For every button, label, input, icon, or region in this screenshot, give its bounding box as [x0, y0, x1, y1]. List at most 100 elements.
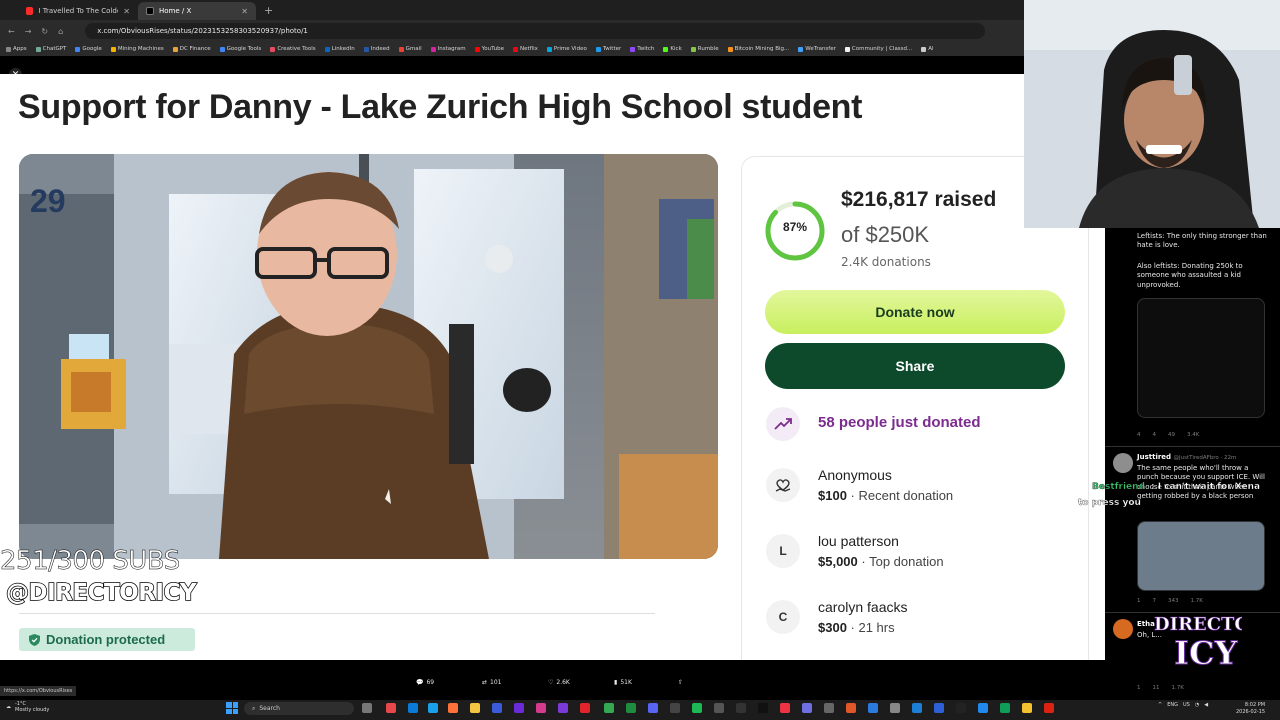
- like-button[interactable]: ♡ 2.6K: [548, 679, 570, 686]
- bookmark-item[interactable]: Al: [921, 46, 934, 52]
- bookmark-item[interactable]: LinkedIn: [324, 46, 355, 52]
- bookmark-item[interactable]: Kick: [663, 46, 682, 52]
- app-icon[interactable]: [846, 703, 856, 713]
- bookmark-item[interactable]: Google: [75, 46, 102, 52]
- app-icon[interactable]: [626, 703, 636, 713]
- app-icon[interactable]: [780, 703, 790, 713]
- app-icon[interactable]: [670, 703, 680, 713]
- bookmark-item[interactable]: Instagram: [430, 46, 466, 52]
- tweet-stats: 1 7 343 1.7K: [1137, 598, 1203, 604]
- forward-icon[interactable]: →: [25, 27, 32, 36]
- app-icon[interactable]: [912, 703, 922, 713]
- app-icon[interactable]: [514, 703, 524, 713]
- bookmark-item[interactable]: Prime Video: [546, 46, 587, 52]
- app-icon[interactable]: [492, 703, 502, 713]
- bookmark-label: Twitch: [637, 46, 655, 52]
- edge-icon[interactable]: [428, 703, 438, 713]
- content-divider: [19, 613, 655, 614]
- bookmark-label: Community | Classd...: [851, 46, 913, 52]
- bookmark-item[interactable]: Creative Tools: [270, 46, 316, 52]
- bookmark-item[interactable]: Indeed: [363, 46, 390, 52]
- like-count: 2.6K: [556, 679, 570, 686]
- weather-widget[interactable]: ☁ -1°C Mostly cloudy: [6, 701, 49, 713]
- bookmark-item[interactable]: Twitter: [595, 46, 621, 52]
- app-icon[interactable]: [736, 703, 746, 713]
- app-icon[interactable]: [386, 703, 396, 713]
- app-icon[interactable]: [648, 703, 658, 713]
- share-tweet-button[interactable]: ⇧: [678, 679, 683, 686]
- speaker-icon[interactable]: ◀: [1204, 702, 1208, 708]
- clock[interactable]: 8:02 PM 2026-02-15: [1236, 702, 1265, 715]
- bookmark-item[interactable]: WeTransfer: [798, 46, 836, 52]
- heart-icon: ♡: [548, 679, 554, 686]
- tab-youtube[interactable]: I Travelled To The Coldest City ✕: [18, 2, 138, 20]
- share-button[interactable]: Share: [765, 343, 1065, 389]
- bookmark-label: Google: [82, 46, 102, 52]
- bookmark-item[interactable]: Rumble: [690, 46, 719, 52]
- raised-amount: $216,817 raised: [841, 188, 996, 212]
- bookmark-label: Mining Machines: [117, 46, 164, 52]
- bookmark-item[interactable]: Twitch: [630, 46, 654, 52]
- streamer-handle: @DIRECTORICY: [5, 579, 197, 607]
- back-icon[interactable]: ←: [8, 27, 15, 36]
- repost-button[interactable]: ⇄ 101: [482, 679, 501, 686]
- bookmark-item[interactable]: Google Tools: [219, 46, 261, 52]
- app-icon[interactable]: [408, 703, 418, 713]
- reply-button[interactable]: 💬 69: [416, 679, 434, 686]
- task-view-icon[interactable]: [362, 703, 372, 713]
- app-icon[interactable]: [758, 703, 768, 713]
- reload-icon[interactable]: ↻: [41, 27, 48, 36]
- bookmark-item[interactable]: Apps: [6, 46, 27, 52]
- app-icon[interactable]: [1044, 703, 1054, 713]
- webcam-feed: [1024, 0, 1280, 228]
- app-icon[interactable]: [1000, 703, 1010, 713]
- tweet-separator: [1105, 446, 1280, 447]
- home-icon[interactable]: ⌂: [58, 27, 63, 36]
- bookmark-item[interactable]: Community | Classd...: [844, 46, 913, 52]
- wifi-icon[interactable]: ◔: [1195, 702, 1199, 708]
- firefox-icon[interactable]: [448, 703, 458, 713]
- bookmark-item[interactable]: YouTube: [474, 46, 504, 52]
- chrome-icon[interactable]: [604, 703, 614, 713]
- views-button[interactable]: ▮ 51K: [614, 679, 632, 686]
- bookmark-label: Gmail: [405, 46, 422, 52]
- close-tab-icon[interactable]: ✕: [241, 7, 248, 16]
- bookmark-item[interactable]: Bitcoin Mining Big...: [727, 46, 789, 52]
- app-icon[interactable]: [714, 703, 724, 713]
- spotify-icon[interactable]: [692, 703, 702, 713]
- language-indicator[interactable]: ENG: [1167, 702, 1178, 708]
- app-icon[interactable]: [558, 703, 568, 713]
- logo-text: DIRECTOR: [1154, 614, 1242, 635]
- app-icon[interactable]: [868, 703, 878, 713]
- app-icon[interactable]: [536, 703, 546, 713]
- donor-note: Top donation: [869, 554, 944, 569]
- bookmark-item[interactable]: Mining Machines: [110, 46, 164, 52]
- donations-count: 2.4K donations: [841, 255, 931, 269]
- repost-count: 101: [490, 679, 502, 686]
- donor-note: Recent donation: [858, 488, 954, 503]
- app-icon[interactable]: [890, 703, 900, 713]
- taskbar-search[interactable]: ⌕ Search: [244, 702, 354, 715]
- windows-start-icon[interactable]: [226, 702, 238, 714]
- bookmark-item[interactable]: Netflix: [513, 46, 538, 52]
- app-icon[interactable]: [1022, 703, 1032, 713]
- chevron-up-icon[interactable]: ^: [1158, 702, 1162, 708]
- app-icon[interactable]: [956, 703, 966, 713]
- door-number: 29: [30, 183, 66, 219]
- file-explorer-icon[interactable]: [470, 703, 480, 713]
- app-icon[interactable]: [934, 703, 944, 713]
- new-tab-button[interactable]: +: [264, 4, 273, 17]
- app-icon[interactable]: [824, 703, 834, 713]
- bookmark-item[interactable]: Gmail: [398, 46, 422, 52]
- bookmark-item[interactable]: ChatGPT: [35, 46, 67, 52]
- view-count: 3.4K: [1187, 432, 1200, 438]
- donate-now-button[interactable]: Donate now: [765, 290, 1065, 334]
- app-icon[interactable]: [802, 703, 812, 713]
- app-icon[interactable]: [978, 703, 988, 713]
- bookmark-label: ChatGPT: [42, 46, 67, 52]
- tab-x-home[interactable]: Home / X ✕: [138, 2, 256, 20]
- app-icon[interactable]: [580, 703, 590, 713]
- close-tab-icon[interactable]: ✕: [123, 7, 130, 16]
- bookmark-item[interactable]: DC Finance: [172, 46, 211, 52]
- url-field[interactable]: x.com/ObviousRises/status/20231532583035…: [85, 23, 986, 39]
